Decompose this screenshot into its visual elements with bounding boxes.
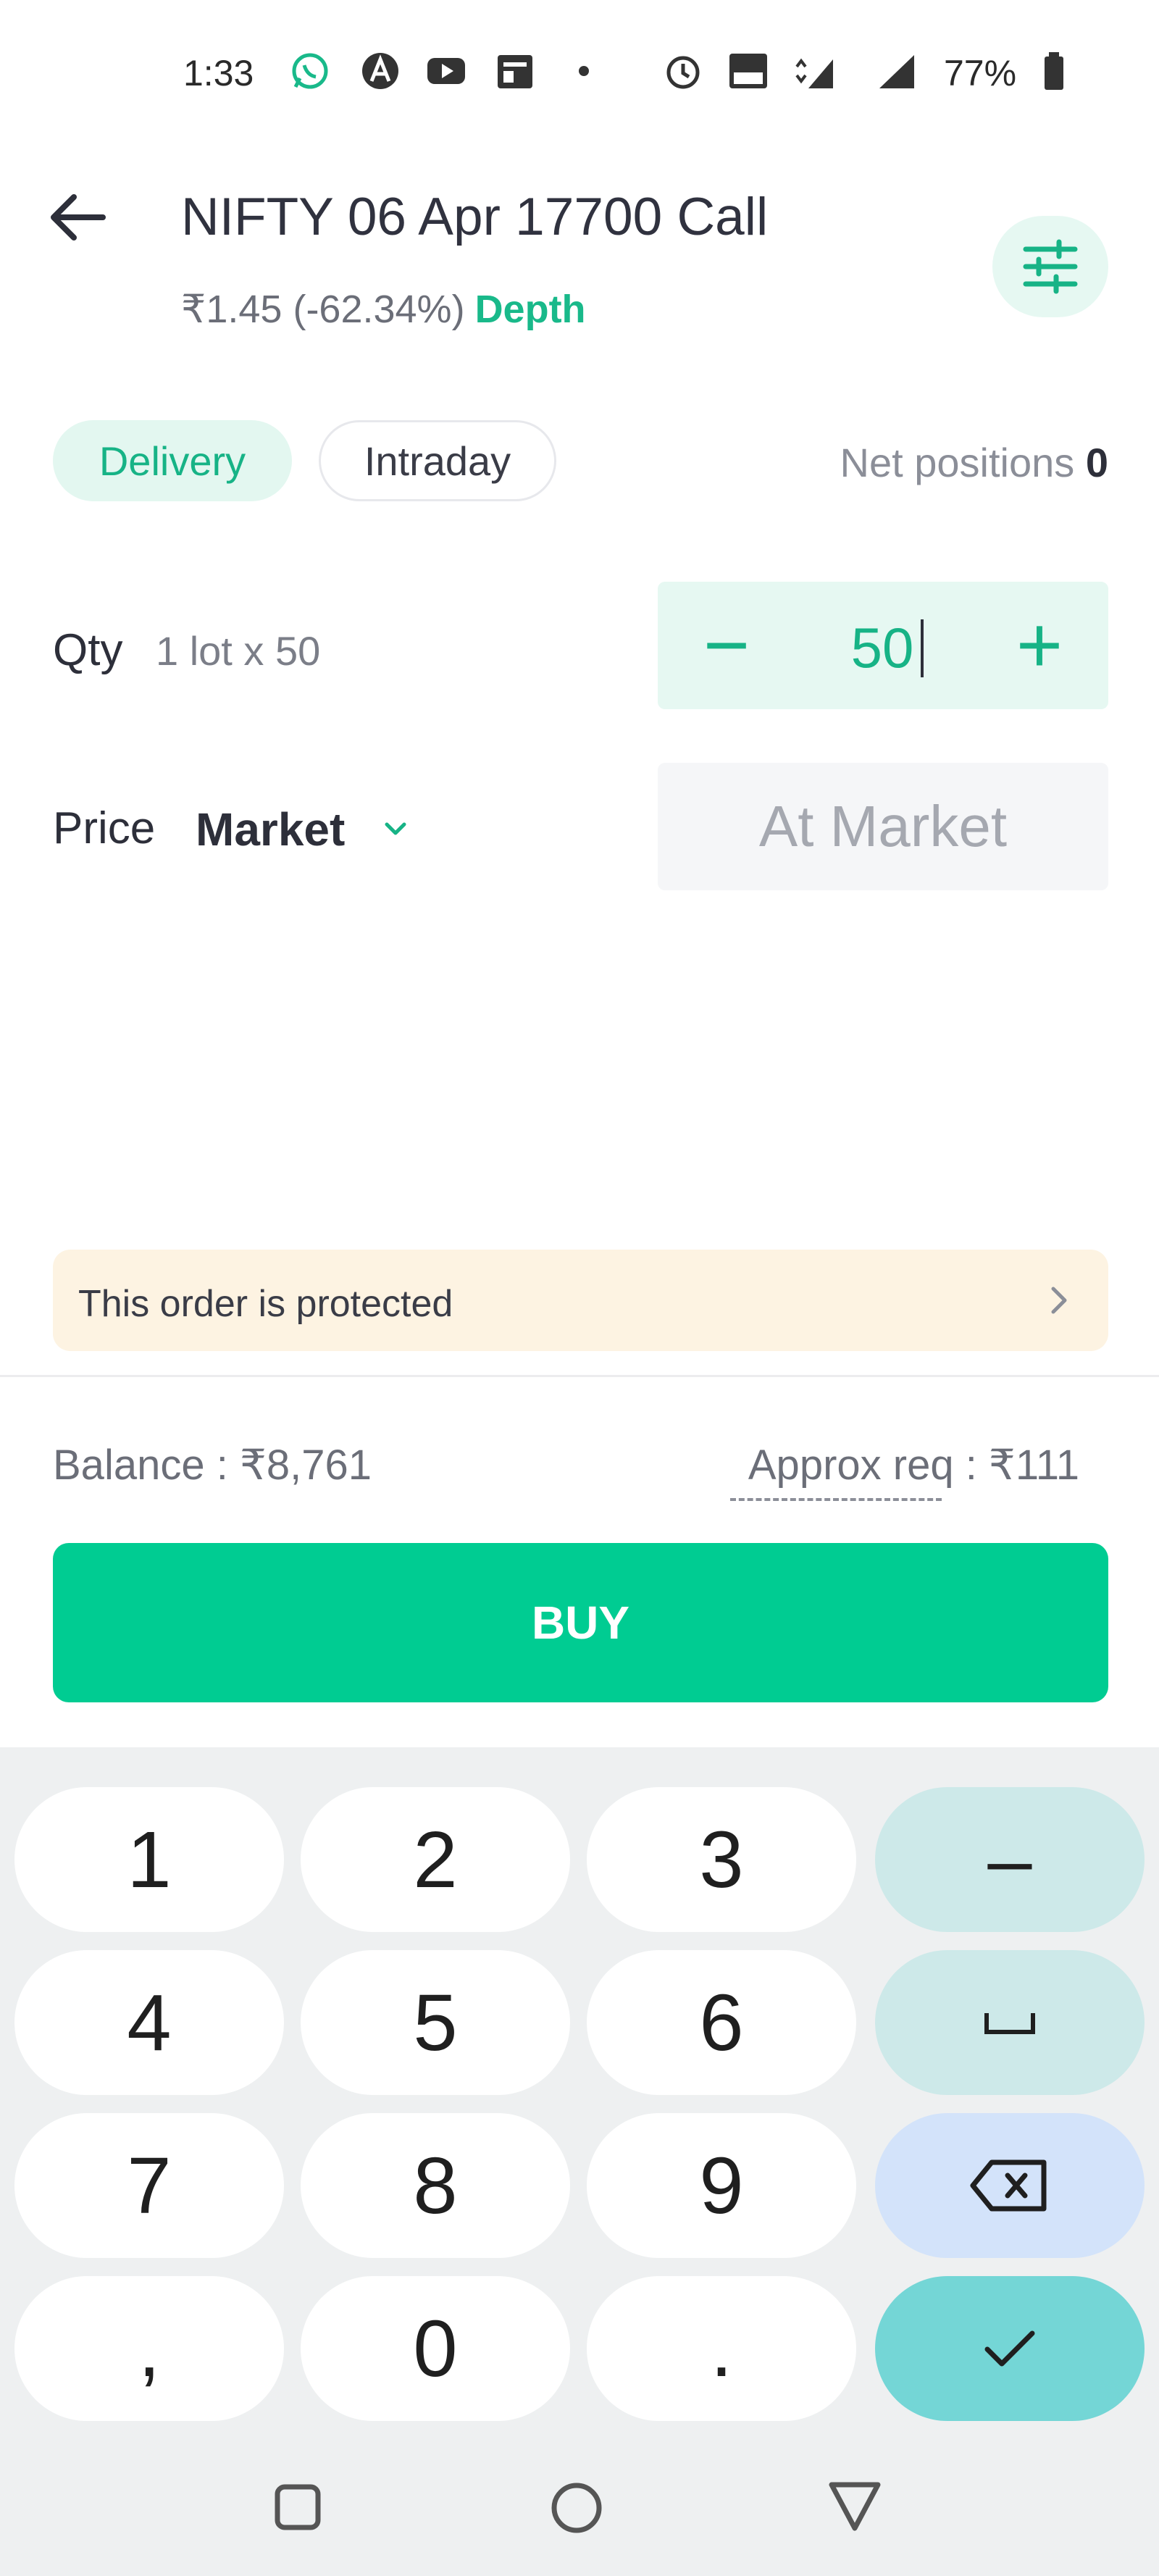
- qty-increase-button[interactable]: +: [1000, 602, 1079, 689]
- divider: [0, 1375, 1159, 1377]
- sliders-icon: [1023, 239, 1078, 294]
- chevron-right-icon: [1051, 1287, 1067, 1314]
- key-8[interactable]: 8: [301, 2113, 570, 2258]
- key-space[interactable]: [875, 1950, 1145, 2095]
- delivery-toggle[interactable]: Delivery: [53, 420, 292, 501]
- signal-icon: [879, 55, 914, 88]
- key-6[interactable]: 6: [587, 1950, 856, 2095]
- page-title: NIFTY 06 Apr 17700 Call: [181, 188, 769, 246]
- check-icon: [984, 2330, 1035, 2367]
- balance-text: Balance : ₹8,761: [53, 1442, 372, 1489]
- key-7[interactable]: 7: [14, 2113, 284, 2258]
- net-positions-label: Net positions: [840, 440, 1075, 485]
- price-change: ₹1.45 (-62.34%) Depth: [181, 286, 586, 332]
- quantity-stepper: − 50 +: [658, 582, 1108, 709]
- key-backspace[interactable]: [875, 2113, 1145, 2258]
- intraday-toggle[interactable]: Intraday: [319, 420, 556, 501]
- numeric-keyboard: 1 2 3 – 4 5 6 7 8 9 , 0 .: [0, 1747, 1159, 2447]
- key-done[interactable]: [875, 2276, 1145, 2421]
- key-5[interactable]: 5: [301, 1950, 570, 2095]
- space-icon: [984, 2013, 1035, 2034]
- battery-percent: 77%: [944, 53, 1017, 93]
- price-type-dropdown[interactable]: Market: [196, 803, 345, 856]
- key-minus[interactable]: –: [875, 1787, 1145, 1932]
- alarm-icon: [666, 56, 700, 89]
- 4g-icon: [795, 58, 833, 88]
- key-4[interactable]: 4: [14, 1950, 284, 2095]
- buy-button[interactable]: BUY: [53, 1543, 1108, 1702]
- whatsapp-icon: [292, 53, 328, 89]
- status-time: 1:33: [183, 53, 254, 93]
- key-1[interactable]: 1: [14, 1787, 284, 1932]
- order-settings-button[interactable]: [992, 216, 1108, 317]
- key-period[interactable]: .: [587, 2276, 856, 2421]
- net-positions-value: 0: [1085, 440, 1108, 485]
- text-cursor: [921, 619, 924, 677]
- order-protected-banner[interactable]: This order is protected: [53, 1250, 1108, 1351]
- key-3[interactable]: 3: [587, 1787, 856, 1932]
- status-bar: 1:33 77%: [0, 0, 1159, 145]
- a-icon: [362, 53, 398, 89]
- battery-icon: [1045, 52, 1063, 90]
- approx-required[interactable]: Approx req : ₹111: [748, 1440, 1079, 1489]
- qty-label: Qty: [53, 625, 123, 675]
- depth-link[interactable]: Depth: [475, 288, 586, 331]
- net-positions: Net positions 0: [840, 439, 1108, 486]
- backspace-icon: [970, 2159, 1047, 2212]
- qty-input[interactable]: 50: [846, 615, 919, 681]
- qty-decrease-button[interactable]: −: [687, 602, 766, 689]
- back-triangle-icon[interactable]: [826, 2477, 884, 2535]
- lot-size-text: 1 lot x 50: [156, 628, 321, 674]
- chevron-down-icon[interactable]: [380, 813, 411, 845]
- home-circle-icon[interactable]: [549, 2480, 604, 2535]
- back-arrow-icon[interactable]: [43, 181, 116, 254]
- key-comma[interactable]: ,: [14, 2276, 284, 2421]
- key-2[interactable]: 2: [301, 1787, 570, 1932]
- key-0[interactable]: 0: [301, 2276, 570, 2421]
- dot-icon: [579, 66, 589, 76]
- price-field: At Market: [658, 763, 1108, 890]
- volte-icon: [729, 54, 767, 88]
- approx-underline: [730, 1498, 942, 1501]
- news-icon: [498, 55, 532, 88]
- key-9[interactable]: 9: [587, 2113, 856, 2258]
- ltp-text: ₹1.45 (-62.34%): [181, 288, 465, 331]
- recents-square-icon[interactable]: [274, 2483, 322, 2531]
- banner-text: This order is protected: [78, 1283, 453, 1325]
- price-label: Price: [53, 803, 156, 853]
- youtube-icon: [427, 58, 465, 84]
